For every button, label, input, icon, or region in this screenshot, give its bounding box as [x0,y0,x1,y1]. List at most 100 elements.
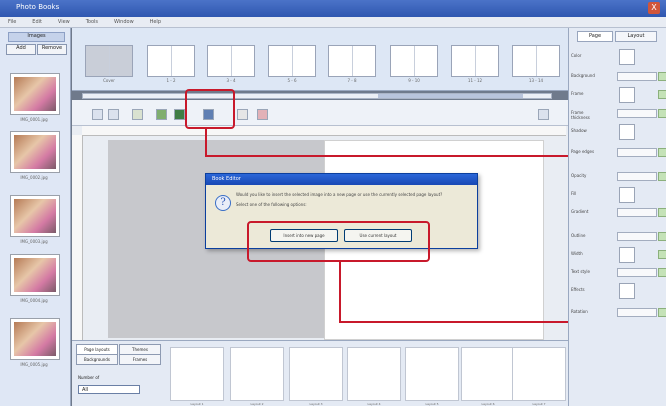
apply-button[interactable] [658,172,666,181]
apply-button[interactable] [658,268,666,277]
prop-row: Effects [571,282,665,300]
layout-thumb[interactable]: Layout 6 [461,347,515,406]
prop-field[interactable] [617,72,657,81]
prop-row: Background [571,68,666,86]
add-to-page-icon[interactable] [174,109,185,120]
undo-icon[interactable] [92,109,103,120]
prop-row: Shadow [571,123,665,141]
page-thumb[interactable]: 7 - 8 [328,45,376,83]
crop-icon[interactable] [237,109,248,120]
add-image-icon[interactable] [156,109,167,120]
menu-help[interactable]: Help [150,19,161,25]
layout-filter-label: Number of [78,375,100,380]
image-thumb-3[interactable] [10,195,60,237]
callout-line [339,261,341,322]
prop-label: Text style [571,269,590,274]
menu-edit[interactable]: Edit [32,19,42,25]
page-thumb[interactable]: 1 - 2 [147,45,195,83]
menu-file[interactable]: File [8,19,16,25]
prop-field[interactable] [617,172,657,181]
fill-swatch[interactable] [619,187,635,203]
layout-thumb[interactable]: Layout 2 [230,347,284,406]
width-swatch[interactable] [619,247,635,263]
tab-page[interactable]: Page [577,31,613,42]
page-caption: 7 - 8 [347,78,357,83]
effects-swatch[interactable] [619,283,635,299]
apply-button[interactable] [658,72,666,81]
prop-field[interactable] [617,232,657,241]
prop-field[interactable] [617,148,657,157]
image-thumb-5[interactable] [10,318,60,360]
layout-thumb[interactable]: Layout 4 [347,347,401,406]
image-panel: Images Add Remove IMG_0001.jpg IMG_0002.… [0,28,71,406]
menu-view[interactable]: View [58,19,70,25]
tab-backgrounds[interactable]: Backgrounds [76,354,118,365]
title-bar: Photo Books X [0,0,666,17]
layout-filter-select[interactable]: All [78,385,140,394]
prop-field[interactable] [617,308,657,317]
layouts-panel: Page layouts Themes Backgrounds Frames N… [72,340,568,406]
frame-swatch[interactable] [619,87,635,103]
callout-line [205,128,207,156]
apply-button[interactable] [658,308,666,317]
prop-row: Opacity [571,168,666,186]
dialog-message-text: Would you like to insert the selected im… [236,192,443,197]
page-thumb[interactable]: 9 - 10 [390,45,438,83]
remove-image-button[interactable]: Remove [37,44,67,55]
thumb-caption: IMG_0002.jpg [20,175,48,180]
page-thumb[interactable]: 13 - 14 [512,45,560,83]
page-caption: 13 - 14 [528,78,544,83]
text-icon[interactable] [132,109,143,120]
page-thumb[interactable]: 5 - 6 [268,45,316,83]
prop-label: Fill [571,191,577,196]
page-thumb[interactable]: 3 - 4 [207,45,255,83]
redo-icon[interactable] [108,109,119,120]
apply-button[interactable] [658,250,666,259]
apply-button[interactable] [658,208,666,217]
rotate-icon[interactable] [257,109,268,120]
prop-row: Page edges [571,144,666,162]
prop-label: Background [571,73,595,78]
page-caption: 3 - 4 [226,78,236,83]
image-thumb-4[interactable] [10,254,60,296]
horizontal-ruler [82,126,566,136]
close-icon[interactable]: X [648,2,660,14]
zoom-icon[interactable] [538,109,549,120]
page-strip: Cover 1 - 2 3 - 4 5 - 6 7 - 8 9 - 10 11 … [72,28,568,91]
question-icon: ? [215,195,231,211]
menu-bar: File Edit View Tools Window Help [0,17,666,28]
prop-field[interactable] [617,109,657,118]
layout-caption: Layout 7 [532,402,546,406]
color-swatch[interactable] [619,49,635,65]
scrollbar-thumb[interactable] [378,94,523,98]
image-thumb-1[interactable] [10,73,60,115]
thumb-caption: IMG_0004.jpg [20,298,48,303]
dialog-buttons-highlight [247,221,430,262]
page-strip-scrollbar[interactable] [82,93,552,99]
apply-button[interactable] [658,90,666,99]
add-image-button[interactable]: Add [6,44,36,55]
menu-tools[interactable]: Tools [86,19,98,25]
prop-label: Frame thickness [571,110,590,120]
prop-label: Rotation [571,309,588,314]
layout-thumb[interactable]: Layout 5 [405,347,459,406]
tab-layout[interactable]: Layout [615,31,657,42]
prop-field[interactable] [617,268,657,277]
menu-window[interactable]: Window [114,19,134,25]
tab-frames[interactable]: Frames [119,354,161,365]
image-thumb-2[interactable] [10,131,60,173]
apply-button[interactable] [658,148,666,157]
apply-button[interactable] [658,109,666,118]
layout-thumb[interactable]: Layout 7 [512,347,566,406]
page-caption: 5 - 6 [287,78,297,83]
layout-thumb[interactable]: Layout 3 [289,347,343,406]
prop-field[interactable] [617,208,657,217]
photo-image [14,258,56,292]
shadow-swatch[interactable] [619,124,635,140]
prop-row: Color [571,48,665,66]
layout-thumb[interactable]: Layout 1 [170,347,224,406]
apply-button[interactable] [658,232,666,241]
page-caption: 1 - 2 [166,78,176,83]
page-thumb-cover[interactable]: Cover [85,45,133,83]
page-thumb[interactable]: 11 - 12 [451,45,499,83]
